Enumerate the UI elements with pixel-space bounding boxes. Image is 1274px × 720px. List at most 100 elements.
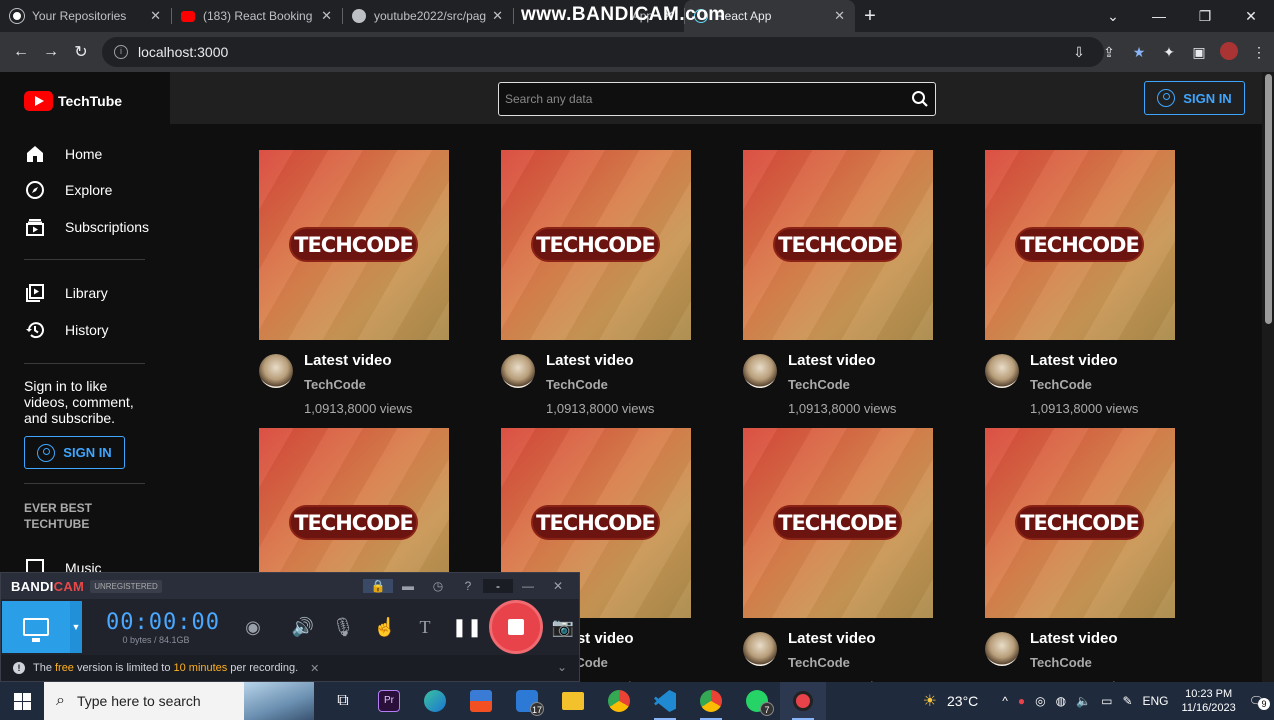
side-panel-icon[interactable]: ▣ [1184,44,1214,61]
video-title[interactable]: Latest video [1030,352,1138,370]
sidebar-item-history[interactable]: History [24,318,109,342]
bookmark-star-icon[interactable]: ★ [1124,44,1154,61]
minimize-button[interactable]: — [1136,8,1182,24]
extensions-icon[interactable]: ✦ [1154,44,1184,61]
restore-button[interactable]: ❐ [1182,8,1228,25]
notice-free-link[interactable]: free [55,662,74,674]
channel-name[interactable]: TechCode [304,377,412,392]
browser-tab[interactable]: (183) React Booking ✕ [171,0,342,32]
text-overlay-icon[interactable]: T [407,599,443,655]
video-title[interactable]: Latest video [546,352,654,370]
channel-name[interactable]: TechCode [1030,377,1138,392]
close-tab-icon[interactable]: ✕ [834,8,845,24]
site-info-icon[interactable]: i [114,45,128,59]
close-window-button[interactable]: ✕ [1228,8,1274,25]
sidebar-item-subscriptions[interactable]: Subscriptions [24,215,149,239]
taskbar-clock[interactable]: 10:23 PM 11/16/2023 [1174,687,1244,715]
webcam-off-icon[interactable]: ◉ [235,599,271,655]
address-bar[interactable]: i localhost:3000 [102,37,1104,67]
weather-icon[interactable]: ☀ [918,691,942,711]
sidebar-item-home[interactable]: Home [24,142,102,166]
video-thumbnail[interactable]: TECHCODE [985,428,1175,618]
microsoft-store-icon[interactable] [458,682,504,720]
windows-start-icon[interactable] [0,682,44,720]
chrome-profile-icon[interactable] [688,682,734,720]
vscode-icon[interactable] [642,682,688,720]
video-title[interactable]: Latest video [788,352,896,370]
pen-icon[interactable]: ✎ [1117,694,1137,708]
brand-logo[interactable]: TechTube [24,91,122,111]
pause-icon[interactable]: ❚❚ [449,599,485,655]
close-tab-icon[interactable]: ✕ [321,8,332,24]
record-tray-icon[interactable]: ● [1013,694,1030,708]
screenshot-camera-icon[interactable]: 📷 [545,599,581,655]
channel-avatar[interactable] [743,354,777,388]
edge-browser-icon[interactable] [412,682,458,720]
search-icon[interactable] [905,90,935,108]
folder-icon[interactable]: ▬ [393,579,423,593]
network-icon[interactable]: ◍ [1051,694,1071,708]
video-title[interactable]: Latest video [788,630,896,648]
video-title[interactable]: Latest video [1030,630,1138,648]
video-title[interactable]: Latest video [304,352,412,370]
close-tab-icon[interactable]: ✕ [492,8,503,24]
channel-name[interactable]: TechCode [788,377,896,392]
mode-dropdown-icon[interactable]: ▼ [70,601,82,653]
new-tab-button[interactable]: + [855,5,885,28]
taskbar-search[interactable]: ⌕ Type here to search [44,682,314,720]
channel-avatar[interactable] [985,632,1019,666]
whatsapp-icon[interactable]: 7 [734,682,780,720]
mail-icon[interactable]: 17 [504,682,550,720]
cursor-effect-icon[interactable]: ☝ [367,599,403,655]
menu-icon[interactable]: ⋮ [1244,44,1274,61]
channel-avatar[interactable] [743,632,777,666]
task-view-icon[interactable]: ⧉ [320,682,366,720]
premiere-pro-icon[interactable]: Pr [366,682,412,720]
microphone-off-icon[interactable]: 🎙 [325,599,361,655]
teams-icon[interactable]: ◎ [1030,694,1050,708]
chrome-icon[interactable] [596,682,642,720]
reload-icon[interactable]: ↻ [66,42,96,62]
page-scrollbar[interactable] [1262,72,1274,682]
video-card[interactable]: TECHCODELatest videoTechCode1,0913,8000 … [501,150,691,416]
channel-avatar[interactable] [501,354,535,388]
scrollbar-thumb[interactable] [1265,74,1272,324]
tab-search-icon[interactable]: ⌄ [1090,8,1136,25]
sidebar-item-library[interactable]: Library [24,281,108,305]
video-card[interactable]: TECHCODELatest videoTechCode1,0913,8000 … [743,428,933,682]
close-notice-icon[interactable]: ✕ [310,662,319,675]
collapse-icon[interactable]: - [483,579,513,593]
channel-avatar[interactable] [985,354,1019,388]
video-thumbnail[interactable]: TECHCODE [259,150,449,340]
bandicam-taskbar-icon[interactable] [780,682,826,720]
speaker-icon[interactable]: 🔊 [285,599,321,655]
search-input[interactable]: Search any data [505,92,905,106]
channel-name[interactable]: TechCode [546,377,654,392]
lock-icon[interactable]: 🔒 [363,579,393,593]
video-card[interactable]: TECHCODELatest videoTechCode1,0913,8000 … [743,150,933,416]
share-icon[interactable]: ⇪ [1094,44,1124,61]
video-thumbnail[interactable]: TECHCODE [743,150,933,340]
search-bar[interactable]: Search any data [498,82,936,116]
timer-icon[interactable]: ◷ [423,579,453,593]
video-thumbnail[interactable]: TECHCODE [985,150,1175,340]
install-icon[interactable]: ⇩ [1064,44,1094,61]
close-icon[interactable]: ✕ [543,579,573,593]
channel-name[interactable]: TechCode [1030,655,1138,670]
show-hidden-icons[interactable]: ^ [997,694,1013,708]
channel-name[interactable]: TechCode [788,655,896,670]
screen-mode-button[interactable] [2,601,70,653]
header-signin-button[interactable]: SIGN IN [1144,81,1245,115]
video-card[interactable]: TECHCODELatest videoTechCode1,0913,8000 … [985,150,1175,416]
minimize-icon[interactable]: — [513,579,543,593]
back-icon[interactable]: ← [6,43,36,61]
close-tab-icon[interactable]: ✕ [150,8,161,24]
video-thumbnail[interactable]: TECHCODE [743,428,933,618]
notification-center-icon[interactable]: 🗨 9 [1244,694,1274,710]
video-thumbnail[interactable]: TECHCODE [501,150,691,340]
stop-record-button[interactable] [489,600,543,654]
battery-icon[interactable]: ▭ [1096,694,1117,708]
channel-avatar[interactable] [259,354,293,388]
expand-chevron-icon[interactable]: ⌄ [557,660,567,674]
file-explorer-icon[interactable] [550,682,596,720]
